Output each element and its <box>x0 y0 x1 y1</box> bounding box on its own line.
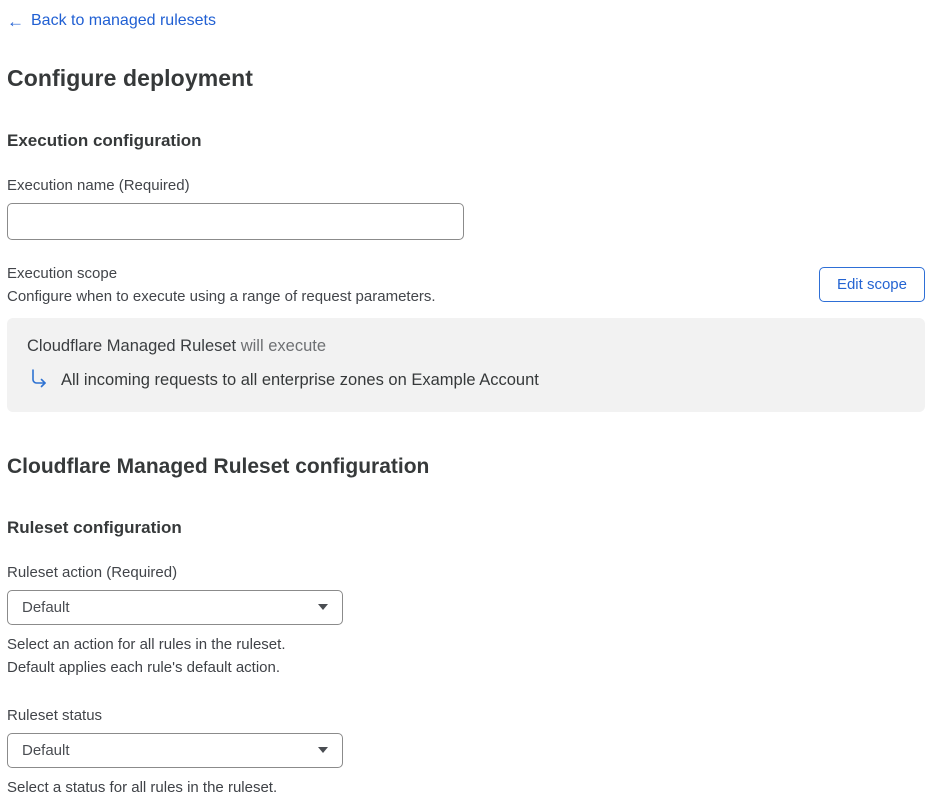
ruleset-configuration-subheading: Ruleset configuration <box>7 517 182 537</box>
scope-summary-title: Cloudflare Managed Ruleset will execute <box>27 337 905 356</box>
edit-scope-button[interactable]: Edit scope <box>818 267 925 302</box>
ruleset-action-select[interactable]: Default <box>7 589 343 625</box>
back-link-label: Back to managed rulesets <box>31 12 216 29</box>
scope-summary-suffix: will execute <box>236 336 327 355</box>
configure-deployment-page: ← Back to managed rulesets Configure dep… <box>0 0 931 799</box>
scope-summary-text: All incoming requests to all enterprise … <box>61 370 539 389</box>
execution-configuration-heading: Execution configuration <box>7 130 202 150</box>
page-title: Configure deployment <box>7 64 254 91</box>
scope-summary-detail: All incoming requests to all enterprise … <box>27 368 905 390</box>
ruleset-action-help-line: Default applies each rule's default acti… <box>7 658 281 676</box>
execution-scope-description: Configure when to execute using a range … <box>7 287 436 305</box>
execution-scope-row: Execution scope Configure when to execut… <box>7 265 925 305</box>
ruleset-action-help-line: Select an action for all rules in the ru… <box>7 635 286 653</box>
execution-name-label: Execution name (Required) <box>7 176 190 194</box>
ruleset-status-help: Select a status for all rules in the rul… <box>7 776 925 799</box>
scope-summary-panel: Cloudflare Managed Ruleset will execute … <box>7 317 925 412</box>
back-arrow-icon: ← <box>7 11 24 31</box>
branch-arrow-icon <box>30 368 49 388</box>
back-to-managed-rulesets-link[interactable]: ← Back to managed rulesets <box>7 12 216 30</box>
execution-scope-label: Execution scope <box>7 264 118 282</box>
ruleset-action-label: Ruleset action (Required) <box>7 563 178 581</box>
chevron-down-icon <box>318 747 328 753</box>
ruleset-status-help-line: Select a status for all rules in the rul… <box>7 778 278 796</box>
execution-scope-text: Execution scope Configure when to execut… <box>7 265 436 305</box>
ruleset-configuration-main-heading: Cloudflare Managed Ruleset configuration <box>7 454 430 478</box>
ruleset-action-help: Select an action for all rules in the ru… <box>7 633 925 679</box>
ruleset-status-select[interactable]: Default <box>7 732 343 768</box>
ruleset-status-selected-value: Default <box>22 741 70 759</box>
execution-name-input[interactable] <box>7 202 464 240</box>
ruleset-status-label: Ruleset status <box>7 706 103 724</box>
ruleset-action-selected-value: Default <box>22 598 70 616</box>
scope-ruleset-name: Cloudflare Managed Ruleset <box>27 336 237 355</box>
chevron-down-icon <box>318 604 328 610</box>
